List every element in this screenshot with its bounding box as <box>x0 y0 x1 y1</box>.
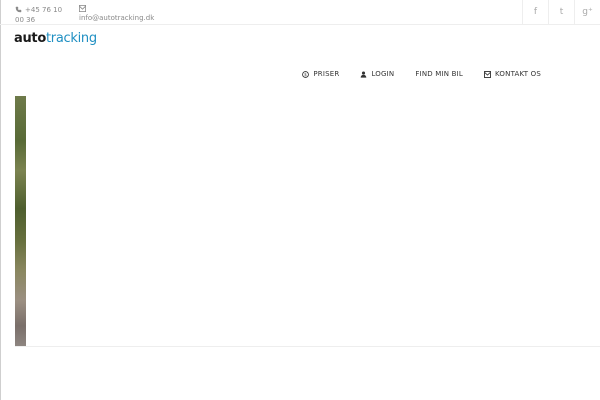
nav-item-login[interactable]: LOGIN <box>360 70 394 78</box>
hero-image <box>15 96 26 346</box>
phone-number: +45 76 10 00 36 <box>15 6 63 24</box>
envelope-icon <box>484 70 491 78</box>
nav-label-priser: PRISER <box>313 70 340 78</box>
nav-label-find-min-bil: FIND MIN BIL <box>415 70 464 78</box>
dollar-icon: $ <box>302 70 310 78</box>
facebook-icon: f <box>533 7 538 17</box>
nav-item-find-min-bil[interactable]: FIND MIN BIL <box>415 70 463 78</box>
svg-text:$: $ <box>304 72 307 77</box>
nav-item-priser[interactable]: $ PRISER <box>302 70 339 78</box>
nav-label-login: LOGIN <box>371 70 395 78</box>
envelope-icon <box>79 5 86 12</box>
logo-part-auto: auto <box>14 31 46 46</box>
social-links: f t g⁺ <box>522 0 600 24</box>
twitter-link[interactable]: t <box>548 0 574 24</box>
main-nav: $ PRISER LOGIN FIND MIN BIL KONTAKT OS <box>281 70 541 78</box>
phone-contact[interactable]: +45 76 10 00 36 <box>15 5 73 25</box>
twitter-icon: t <box>559 7 564 17</box>
logo-part-tracking: tracking <box>45 31 97 46</box>
top-bar: +45 76 10 00 36 info@autotracking.dk f t… <box>0 0 600 25</box>
facebook-link[interactable]: f <box>522 0 548 24</box>
nav-item-kontakt-os[interactable]: KONTAKT OS <box>484 70 541 78</box>
site-logo[interactable]: autotracking <box>14 31 97 47</box>
google-plus-icon: g⁺ <box>582 7 593 17</box>
email-contact[interactable]: info@autotracking.dk <box>79 5 169 23</box>
email-address: info@autotracking.dk <box>79 14 155 22</box>
google-plus-link[interactable]: g⁺ <box>574 0 600 24</box>
phone-icon <box>15 6 22 13</box>
page-left-border <box>0 0 1 400</box>
hero-slider <box>15 96 600 347</box>
nav-label-kontakt-os: KONTAKT OS <box>495 70 541 78</box>
user-icon <box>361 71 367 78</box>
